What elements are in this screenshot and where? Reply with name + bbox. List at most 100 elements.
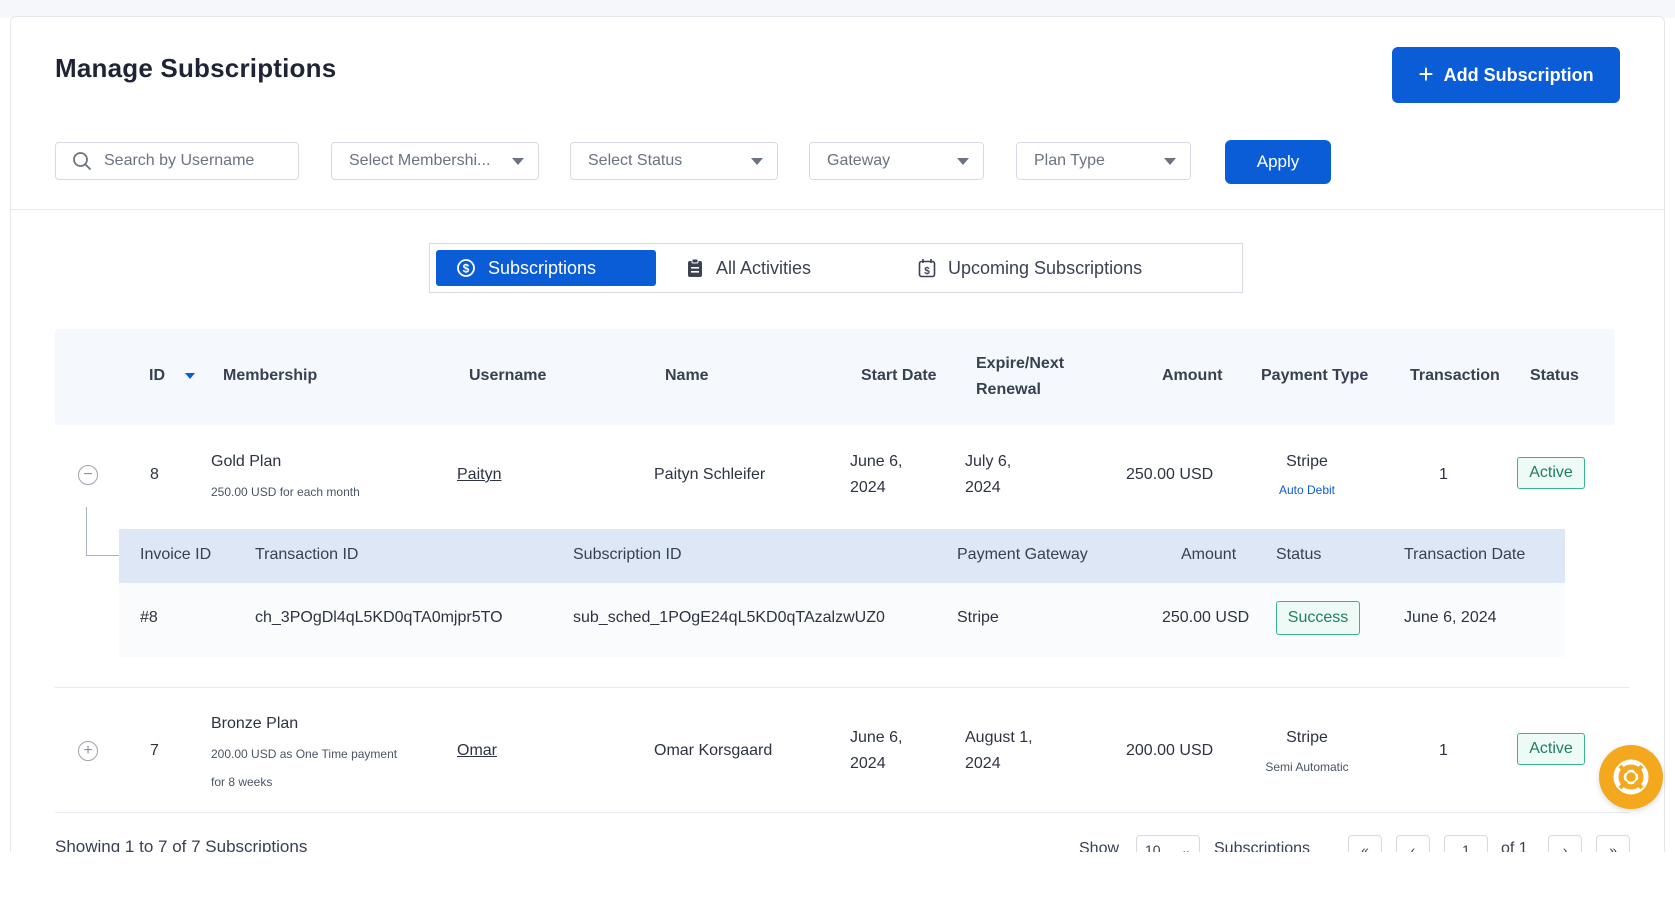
membership-select[interactable]: Select Membershi...	[331, 142, 539, 180]
sort-desc-icon[interactable]	[185, 372, 196, 379]
row-amount: 250.00 USD	[1126, 466, 1214, 483]
column-expire-line1: Expire/Next	[976, 355, 1065, 372]
gateway-select-value: Gateway	[827, 152, 891, 169]
row-start-date-line1: June 6,	[850, 453, 903, 470]
caret-down-icon	[751, 157, 763, 165]
add-subscription-button[interactable]: + Add Subscription	[1392, 47, 1620, 103]
sub-column-status: Status	[1276, 546, 1322, 563]
row-start-date-line2: 2024	[850, 755, 886, 772]
row-divider	[55, 812, 1629, 813]
row-expire-date-line2: 2024	[965, 755, 1001, 772]
status-select-value: Select Status	[588, 152, 683, 169]
section-divider	[11, 209, 1664, 210]
expand-row-icon[interactable]: +	[78, 741, 98, 761]
row-id: 7	[150, 742, 159, 759]
sub-column-gateway: Payment Gateway	[957, 546, 1088, 563]
row-transaction-count: 1	[1439, 742, 1448, 759]
row-expire-date: August 1, 2024	[965, 725, 1033, 777]
tree-connector-horizontal	[86, 555, 119, 556]
tab-subscriptions-label: Subscriptions	[488, 257, 597, 278]
row-expire-date-line2: 2024	[965, 479, 1001, 496]
row-divider	[55, 687, 1629, 688]
transaction-status-badge: Success	[1276, 601, 1360, 635]
row-id: 8	[150, 466, 159, 483]
row-plan-desc-line2: for 8 weeks	[211, 775, 273, 789]
lifebuoy-icon	[1613, 759, 1649, 795]
tab-subscriptions[interactable]: $ Subscriptions	[436, 250, 656, 286]
transaction-invoice-id: #8	[140, 609, 158, 626]
plan-type-select-value: Plan Type	[1034, 152, 1105, 169]
column-expire: Expire/Next Renewal	[976, 351, 1064, 403]
column-name: Name	[665, 367, 709, 384]
gateway-select[interactable]: Gateway	[809, 142, 984, 180]
row-payment-mode: Semi Automatic	[1265, 760, 1349, 774]
transaction-row: #8 ch_3POgDl4qL5KD0qTA0mjpr5TO sub_sched…	[119, 583, 1565, 657]
row-expire-date-line1: August 1,	[965, 729, 1033, 746]
subscriptions-card: Manage Subscriptions + Add Subscription …	[10, 16, 1665, 858]
search-placeholder: Search by Username	[104, 152, 255, 169]
caret-down-icon	[512, 157, 524, 165]
help-lifebuoy-button[interactable]	[1599, 745, 1663, 809]
row-expire-date: July 6, 2024	[965, 449, 1011, 501]
tree-connector-vertical	[86, 507, 87, 555]
transaction-date: June 6, 2024	[1404, 609, 1497, 626]
plan-type-select[interactable]: Plan Type	[1016, 142, 1191, 180]
transaction-gateway: Stripe	[957, 609, 999, 626]
row-plan-name: Bronze Plan	[211, 715, 299, 732]
row-start-date: June 6, 2024	[850, 449, 902, 501]
tab-all-activities-label: All Activities	[716, 257, 812, 278]
row-name: Omar Korsgaard	[654, 742, 773, 759]
row-username-link[interactable]: Omar	[457, 738, 497, 764]
column-status: Status	[1530, 367, 1579, 384]
row-plan-desc: 250.00 USD for each month	[211, 485, 360, 499]
add-subscription-label: Add Subscription	[1443, 64, 1594, 85]
caret-down-icon	[957, 157, 969, 165]
table-header: ID Membership Username Name Start Date E…	[55, 329, 1615, 425]
search-icon	[73, 152, 91, 170]
row-plan-name: Gold Plan	[211, 453, 282, 470]
search-input[interactable]: Search by Username	[55, 142, 299, 180]
row-payment-mode: Auto Debit	[1278, 483, 1336, 497]
column-amount: Amount	[1162, 367, 1223, 384]
sub-column-amount: Amount	[1181, 546, 1237, 563]
row-name: Paityn Schleifer	[654, 466, 766, 483]
clipboard-icon	[688, 258, 702, 277]
column-payment-type: Payment Type	[1261, 367, 1369, 384]
column-id[interactable]: ID	[149, 367, 196, 385]
row-start-date-line2: 2024	[850, 479, 886, 496]
sub-column-invoice-id: Invoice ID	[140, 546, 212, 563]
status-select[interactable]: Select Status	[570, 142, 778, 180]
page-title: Manage Subscriptions	[55, 53, 337, 83]
row-expire-date-line1: July 6,	[965, 453, 1012, 470]
transaction-id: ch_3POgDl4qL5KD0qTA0mjpr5TO	[255, 609, 503, 626]
row-username-link[interactable]: Paityn	[457, 462, 501, 488]
view-tabs: $ Subscriptions All Activities $ Upcomin…	[429, 243, 1243, 293]
row-plan-desc-line1: 200.00 USD as One Time payment	[211, 747, 398, 761]
collapse-row-icon[interactable]: −	[78, 465, 98, 485]
svg-text:$: $	[463, 262, 470, 276]
membership-select-value: Select Membershi...	[349, 152, 491, 169]
apply-button[interactable]: Apply	[1225, 140, 1331, 184]
svg-text:$: $	[924, 266, 930, 277]
calendar-dollar-icon: $	[918, 259, 936, 278]
sub-column-transaction-id: Transaction ID	[255, 546, 359, 563]
caret-down-icon	[1164, 157, 1176, 165]
transactions-subtable-header: Invoice ID Transaction ID Subscription I…	[119, 529, 1565, 583]
status-badge: Active	[1517, 457, 1585, 489]
row-payment: Stripe	[1286, 729, 1328, 746]
plus-icon: +	[1418, 59, 1434, 89]
column-transaction: Transaction	[1410, 367, 1500, 384]
status-badge: Active	[1517, 733, 1585, 765]
tab-all-activities[interactable]: All Activities	[686, 250, 811, 286]
sub-column-subscription-id: Subscription ID	[573, 546, 682, 563]
column-id-label: ID	[149, 367, 165, 384]
column-membership: Membership	[223, 367, 318, 384]
dollar-refresh-icon: $	[457, 259, 475, 277]
tab-upcoming-subscriptions[interactable]: $ Upcoming Subscriptions	[918, 250, 1142, 286]
transaction-subscription-id: sub_sched_1POgE24qL5KD0qTAzalzwUZ0	[573, 609, 885, 626]
page-bottom-area	[0, 852, 1675, 924]
column-start-date: Start Date	[861, 367, 937, 384]
transaction-amount: 250.00 USD	[1162, 609, 1250, 626]
tab-upcoming-label: Upcoming Subscriptions	[948, 257, 1143, 278]
row-start-date: June 6, 2024	[850, 725, 902, 777]
